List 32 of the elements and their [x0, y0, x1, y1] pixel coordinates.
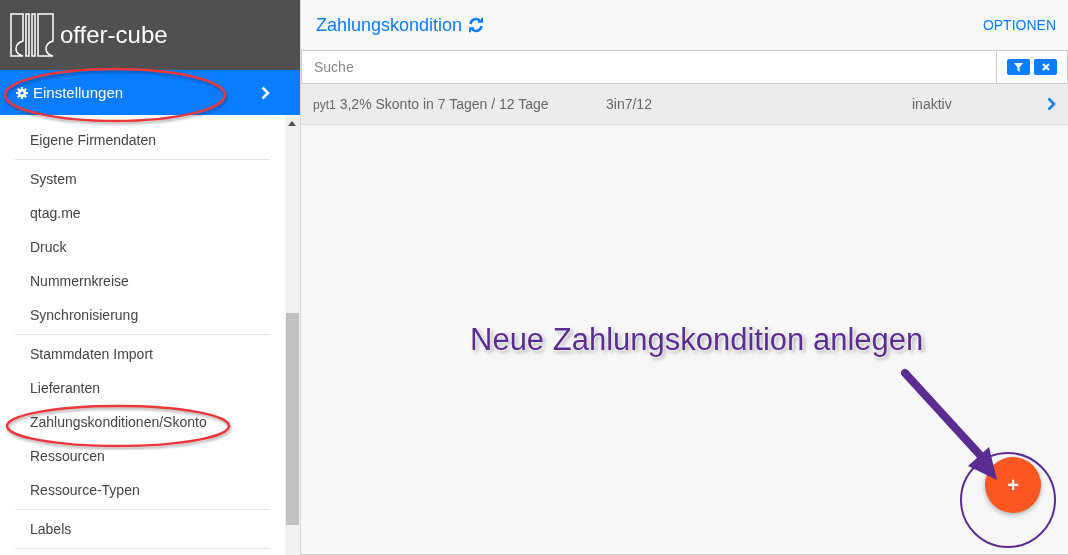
- scrollbar[interactable]: [285, 115, 300, 555]
- menu-item[interactable]: Synchronisierung: [15, 298, 270, 332]
- menu-item[interactable]: Eigene Firmendaten: [15, 123, 270, 157]
- condition-name: pyt1 3,2% Skonto in 7 Tagen / 12 Tage: [313, 96, 550, 112]
- menu-item[interactable]: Druck: [15, 230, 270, 264]
- filter-button[interactable]: [1007, 59, 1030, 75]
- menu-item[interactable]: Lieferanten: [15, 371, 270, 405]
- chevron-right-icon: [1047, 97, 1056, 111]
- list-row[interactable]: pyt1 3,2% Skonto in 7 Tagen / 12 Tage 3in7/12 inaktiv: [301, 84, 1068, 125]
- options-button[interactable]: OPTIONEN: [982, 17, 1056, 33]
- logo-icon: [10, 13, 54, 57]
- menu-item[interactable]: Zahlungskonditionen/Skonto: [15, 405, 270, 439]
- condition-code: 3in7/12: [606, 96, 653, 112]
- app-name: offer-cube: [60, 21, 168, 49]
- settings-menu-header[interactable]: Einstellungen: [0, 70, 300, 115]
- menu-item[interactable]: Nummernkreise: [15, 264, 270, 298]
- annotation-text: Neue Zahlungskondition anlegen: [470, 322, 924, 358]
- filter-icon: [1014, 62, 1023, 72]
- menu-item[interactable]: qtag.me: [15, 196, 270, 230]
- chevron-right-icon: [261, 85, 270, 100]
- menu-item[interactable]: Labels: [15, 512, 270, 546]
- gear-icon: [16, 86, 28, 99]
- menu-item[interactable]: Stammdaten Import: [15, 337, 270, 371]
- menu-item[interactable]: Ressource-Typen: [15, 473, 270, 507]
- status-label: inaktiv: [912, 96, 953, 112]
- page-title: Zahlungskondition: [316, 14, 463, 36]
- search-field[interactable]: Suche: [301, 50, 997, 84]
- close-icon: [1041, 63, 1050, 71]
- menu-item[interactable]: Ressourcen: [15, 439, 270, 473]
- clear-button[interactable]: [1034, 59, 1057, 75]
- refresh-icon[interactable]: [468, 17, 485, 33]
- menu-item[interactable]: System: [15, 162, 270, 196]
